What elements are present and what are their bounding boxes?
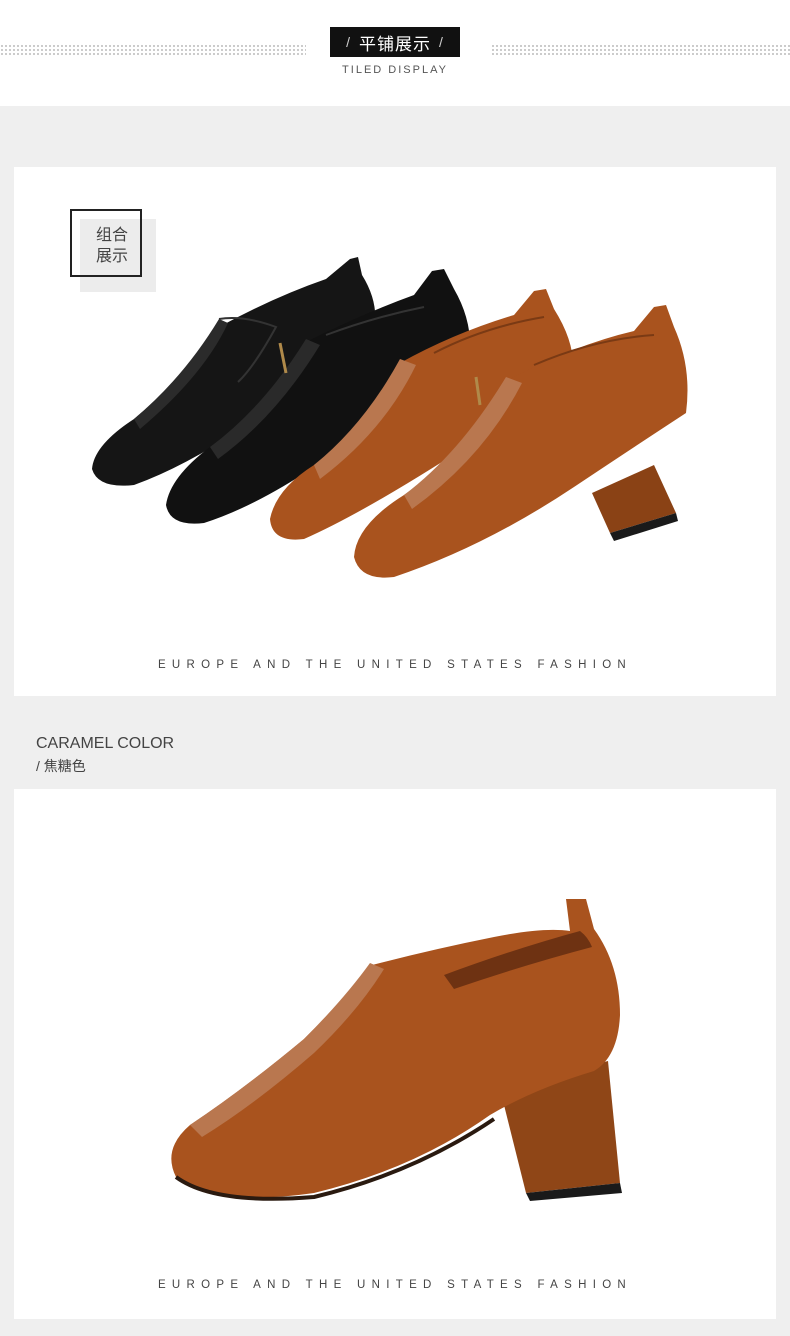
color-label: CARAMEL COLOR: [36, 735, 175, 752]
section-title-box: / 平铺展示 /: [330, 27, 460, 57]
dotted-divider-right: [491, 44, 790, 56]
dotted-divider-left: [0, 44, 306, 56]
caramel-shoe-image: [171, 899, 622, 1201]
tiled-display-panel: 组合 展示 EUROPE AND THE UNITED STATES FASHI…: [14, 167, 776, 696]
title-slash-left: /: [346, 34, 351, 50]
section-title: 平铺展示: [359, 34, 431, 54]
color-sublabel: / 焦糖色: [36, 758, 86, 774]
shoe-group-image: [92, 257, 688, 578]
caramel-shoe-single: [171, 899, 622, 1201]
caramel-display-panel: EUROPE AND THE UNITED STATES FASHION: [14, 789, 776, 1319]
section-subtitle: TILED DISPLAY: [342, 64, 448, 76]
title-slash-right: /: [439, 34, 444, 50]
fashion-tagline: EUROPE AND THE UNITED STATES FASHION: [157, 659, 633, 671]
section-header: / 平铺展示 / TILED DISPLAY: [0, 0, 790, 106]
fashion-tagline-2: EUROPE AND THE UNITED STATES FASHION: [157, 1279, 633, 1291]
